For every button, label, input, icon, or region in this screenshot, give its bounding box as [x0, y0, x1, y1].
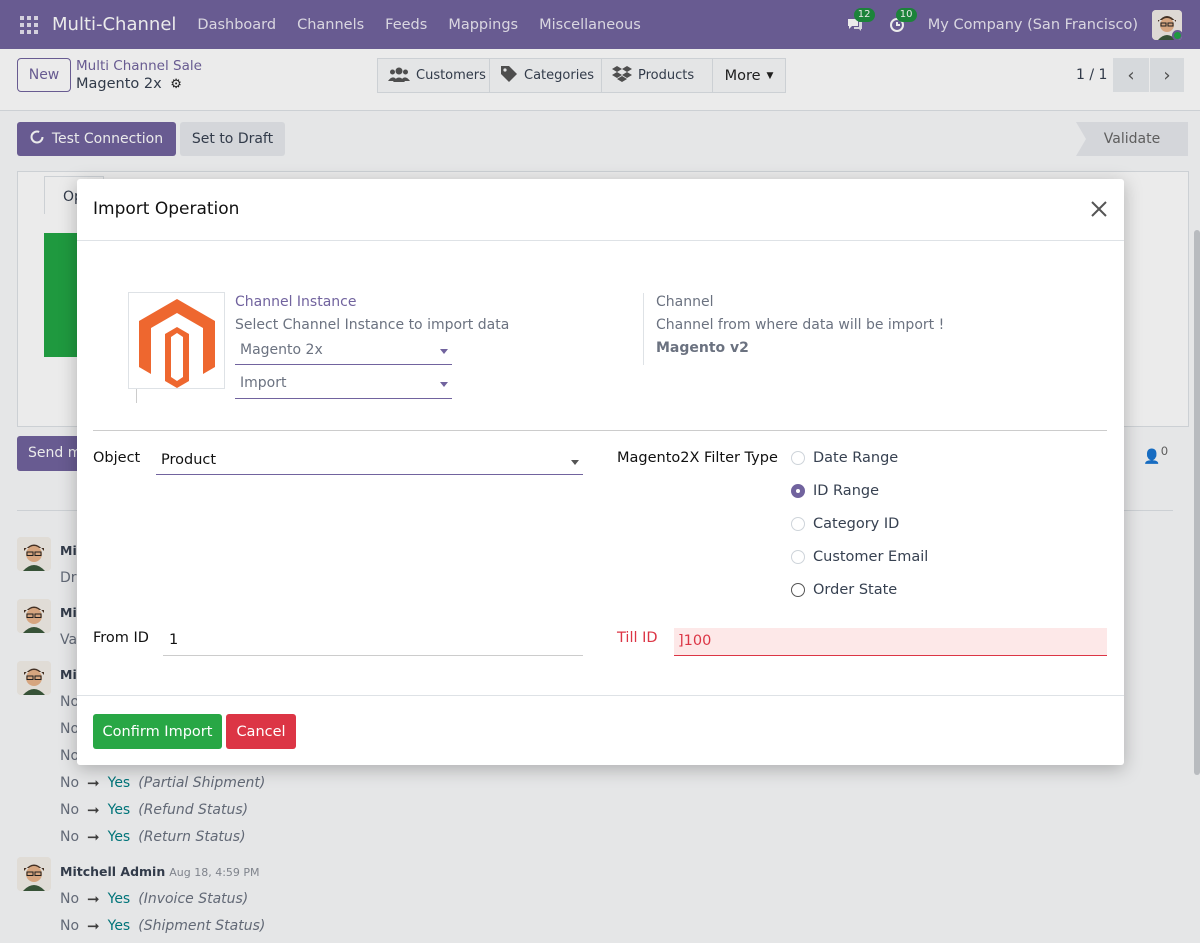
section-divider	[93, 430, 1107, 431]
radio-customer-email[interactable]: Customer Email	[791, 549, 928, 565]
channel-instance-value: Magento 2x	[240, 342, 323, 358]
dialog-title: Import Operation	[93, 199, 240, 219]
object-label: Object	[93, 450, 141, 466]
filter-type-label: Magento2X Filter Type	[617, 450, 778, 466]
channel-instance-select[interactable]: Magento 2x	[235, 341, 452, 365]
radio-circle	[791, 517, 805, 531]
cancel-button[interactable]: Cancel	[226, 714, 296, 749]
radio-label: Category ID	[813, 516, 900, 532]
operation-select[interactable]: Import	[235, 374, 452, 399]
magento-logo	[128, 292, 225, 389]
radio-id-range[interactable]: ID Range	[791, 483, 879, 499]
from-id-input[interactable]: 1	[163, 627, 583, 656]
till-id-input[interactable]: ]100	[674, 628, 1107, 656]
radio-order-state[interactable]: Order State	[791, 582, 897, 598]
channel-instance-label: Channel Instance	[235, 294, 357, 310]
radio-label: Customer Email	[813, 549, 929, 565]
till-id-label: Till ID	[617, 630, 658, 646]
logo-divider	[136, 389, 137, 403]
channel-instance-help: Select Channel Instance to import data	[235, 317, 510, 333]
object-select[interactable]: Product	[156, 451, 583, 475]
radio-label: ID Range	[813, 483, 880, 499]
radio-category-id[interactable]: Category ID	[791, 516, 899, 532]
radio-date-range[interactable]: Date Range	[791, 450, 898, 466]
dialog-footer: Confirm Import Cancel	[77, 695, 1124, 765]
channel-value: Magento v2	[656, 340, 749, 356]
radio-circle	[791, 550, 805, 564]
radio-circle	[791, 583, 805, 597]
radio-label: Order State	[813, 582, 898, 598]
close-icon[interactable]	[1088, 198, 1110, 220]
confirm-import-button[interactable]: Confirm Import	[93, 714, 222, 749]
radio-circle	[791, 451, 805, 465]
caret-down-icon	[571, 460, 579, 465]
channel-help: Channel from where data will be import !	[656, 317, 945, 333]
radio-circle-selected	[791, 484, 805, 498]
import-operation-dialog: Import Operation Channel Instance Select…	[77, 179, 1124, 765]
dialog-header: Import Operation	[77, 179, 1124, 241]
caret-down-icon	[440, 349, 448, 354]
column-divider	[643, 293, 644, 365]
operation-value: Import	[240, 375, 287, 391]
object-value: Product	[161, 452, 217, 468]
channel-label: Channel	[656, 294, 714, 310]
from-id-label: From ID	[93, 630, 149, 646]
caret-down-icon	[440, 382, 448, 387]
radio-label: Date Range	[813, 450, 899, 466]
